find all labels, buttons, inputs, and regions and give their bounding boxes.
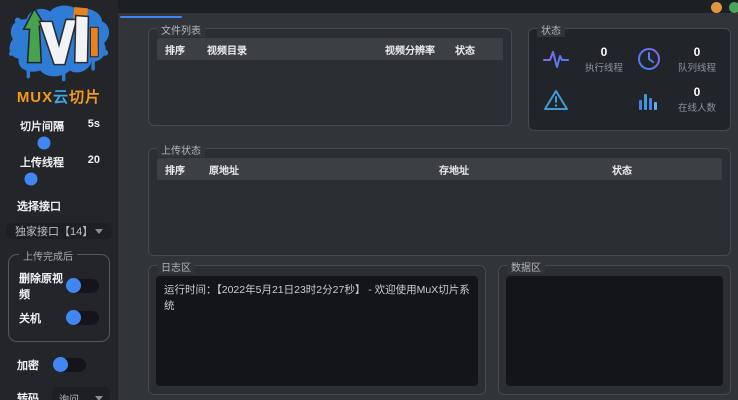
- encrypt-row: 加密: [0, 357, 118, 373]
- file-list-title: 文件列表: [157, 22, 205, 37]
- column-header: 状态: [612, 165, 632, 177]
- data-panel: 数据区: [498, 259, 731, 395]
- stat-label: 在线人数: [677, 103, 716, 115]
- log-output: 运行时间：【2022年5月21日23时2分27秒】 - 欢迎使用MuX切片系统: [156, 276, 478, 386]
- chevron-down-icon: [95, 228, 103, 234]
- after-upload-group-title: 上传完成后: [19, 248, 77, 263]
- file-list-header: 排序 视频目录 视频分辨率 状态: [157, 38, 503, 60]
- data-panel-title: 数据区: [507, 259, 545, 274]
- delete-original-row: 删除原视频: [19, 270, 99, 302]
- stat-value: 0: [693, 44, 701, 59]
- pulse-icon: [543, 51, 569, 69]
- column-header: 存地址: [439, 165, 469, 177]
- status-panel: 状态 0 执行线程 0 队列线程 0 在线人数: [528, 22, 731, 131]
- app-logo-icon: [5, 1, 113, 85]
- slice-interval-value: 5s: [87, 118, 100, 130]
- stat-label: 队列线程: [677, 62, 716, 74]
- data-output: [506, 276, 723, 386]
- clock-icon: [638, 48, 660, 71]
- stat-exec-threads: 0 执行线程: [537, 39, 630, 80]
- delete-original-label: 删除原视频: [19, 273, 63, 301]
- shutdown-label: 关机: [19, 313, 41, 325]
- upload-threads-label-row: 上传线程 20: [0, 154, 118, 170]
- app-title-cloud: 云: [53, 89, 70, 106]
- app-title: MUX云切片: [0, 86, 118, 107]
- column-header: 状态: [455, 45, 475, 57]
- status-panel-title: 状态: [537, 22, 565, 37]
- active-tab-indicator: [120, 16, 182, 18]
- interface-select-label: 选择接口: [17, 201, 61, 213]
- stat-value: 0: [600, 44, 608, 59]
- upload-threads-label: 上传线程: [20, 157, 64, 169]
- column-header: 视频目录: [207, 45, 247, 57]
- bar-chart-icon: [639, 93, 657, 110]
- slice-interval-label-row: 切片间隔 5s: [0, 118, 118, 134]
- toggle-knob: [66, 278, 81, 293]
- column-header: 原地址: [209, 165, 239, 177]
- transcode-label: 转码: [17, 393, 39, 400]
- stat-warning: [537, 80, 630, 121]
- stats-grid: 0 执行线程 0 队列线程 0 在线人数: [529, 29, 730, 130]
- stat-online-users: 0 在线人数: [630, 80, 723, 121]
- transcode-row: 转码 询问: [0, 387, 118, 400]
- encrypt-label: 加密: [17, 360, 39, 372]
- stat-queue-threads: 0 队列线程: [630, 39, 723, 80]
- log-panel: 日志区 运行时间：【2022年5月21日23时2分27秒】 - 欢迎使用MuX切…: [148, 259, 486, 395]
- after-upload-group: 上传完成后 删除原视频 关机: [8, 248, 110, 342]
- slider-knob[interactable]: [37, 136, 51, 150]
- upload-status-panel: 上传状态 排序 原地址 存地址 状态: [148, 142, 731, 256]
- minimize-button[interactable]: [711, 2, 722, 13]
- slice-interval-label: 切片间隔: [20, 121, 64, 133]
- shutdown-row: 关机: [19, 310, 99, 326]
- file-list-body[interactable]: [149, 60, 511, 114]
- upload-status-title: 上传状态: [157, 142, 205, 157]
- slider-knob[interactable]: [24, 172, 38, 186]
- file-list-panel: 文件列表 排序 视频目录 视频分辨率 状态: [148, 22, 512, 126]
- chevron-down-icon: [95, 395, 103, 400]
- column-header: 视频分辨率: [385, 45, 435, 57]
- log-panel-title: 日志区: [157, 259, 195, 274]
- transcode-value: 询问: [59, 394, 79, 400]
- app-title-mux: MUX: [16, 89, 54, 106]
- shutdown-toggle[interactable]: [66, 310, 99, 325]
- upload-status-body[interactable]: [149, 180, 730, 242]
- upload-status-header: 排序 原地址 存地址 状态: [157, 158, 722, 180]
- warning-icon: [544, 89, 568, 110]
- interface-select-dropdown[interactable]: 独家接口【14】: [6, 223, 112, 239]
- encrypt-toggle[interactable]: [53, 357, 86, 372]
- delete-original-toggle[interactable]: [66, 278, 99, 293]
- stat-value: 0: [693, 85, 701, 100]
- column-header: 排序: [165, 45, 185, 57]
- column-header: 排序: [165, 165, 185, 177]
- toggle-knob: [66, 310, 81, 325]
- sidebar: MUX云切片 切片间隔 5s 上传线程 20 选择接口 独家接口【14】 上传完…: [0, 0, 118, 400]
- toggle-knob: [53, 357, 68, 372]
- app-window: MUX云切片 切片间隔 5s 上传线程 20 选择接口 独家接口【14】 上传完…: [0, 0, 738, 400]
- interface-select-value: 独家接口【14】: [15, 226, 94, 238]
- log-entry: 运行时间：【2022年5月21日23时2分27秒】 - 欢迎使用MuX切片系统: [164, 284, 470, 312]
- app-title-slice: 切片: [69, 89, 102, 106]
- stat-label: 执行线程: [584, 62, 623, 74]
- maximize-button[interactable]: [729, 2, 738, 13]
- transcode-dropdown[interactable]: 询问: [52, 387, 110, 400]
- upload-threads-value: 20: [87, 154, 100, 166]
